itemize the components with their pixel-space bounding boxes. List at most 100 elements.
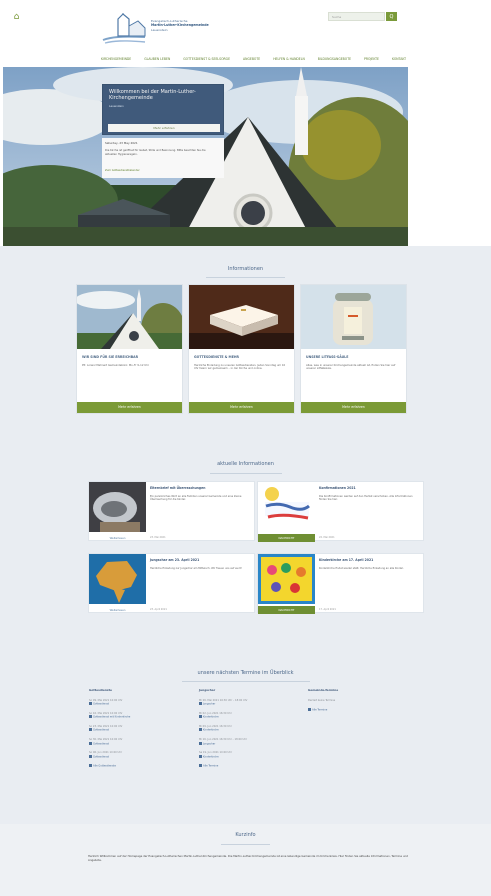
event-item: Derzeit keine Termine [308, 699, 336, 702]
news-thumbnail [258, 554, 315, 604]
welcome-box: Willkommen bei der Martin-Luther-Kirchen… [102, 84, 224, 135]
kurzinfo-text: Herzlich Willkommen auf der Homepage der… [88, 854, 408, 862]
card-title: WIR SIND FÜR SIE ERREICHBAR [82, 355, 139, 359]
news-title[interactable]: Kinderkirche am 17. April 2021 [319, 558, 422, 562]
event-item[interactable]: So 09. Mai 2021 10:00 Uhr Gottesdienst [89, 699, 199, 706]
termine-title: unsere nächsten Termine im Überblick [197, 670, 294, 676]
welcome-title: Willkommen bei der Martin-Luther-Kirchen… [109, 89, 196, 101]
news-title[interactable]: Konfirmationen 2021 [319, 486, 422, 490]
card-text: Herzliche Einladung zu unseren Gottesdie… [194, 364, 286, 371]
news-thumbnail [258, 482, 315, 532]
event-item[interactable]: Mi 02. Jun 2021 16:30 Uhr Kinderkirche [199, 712, 309, 719]
card-more-button[interactable]: Mehr erfahren [301, 402, 406, 413]
event-item[interactable]: So 16. Mai 2021 10:00 Uhr Gottesdienst mi… [89, 712, 199, 719]
nav-item-kirchengemeinde[interactable]: KIRCHENGEMEINDE [101, 57, 131, 64]
events-heading: Jungschar [199, 688, 216, 692]
news-text: Kinderkirche findet wieder statt. Herzli… [319, 567, 404, 570]
news-card: NACHRICHT Konfirmationen 2021 Die Konfir… [257, 481, 424, 542]
calendar-icon [199, 702, 202, 706]
events-heading: Gottesdienste [89, 688, 112, 692]
news-title[interactable]: Elternbrief mit Überraschungen [150, 486, 253, 490]
all-events-link[interactable]: Alle Termine [199, 764, 309, 768]
kurzinfo-title: Kurzinfo [235, 832, 256, 838]
arrow-icon [199, 764, 202, 768]
hero-info-date: Saturday, 23 May 2021 [105, 141, 138, 145]
nav-item-bildung[interactable]: BILDUNGSANGEBOTE [318, 57, 351, 64]
info-card: GOTTESDIENSTE & MEHR Herzliche Einladung… [188, 284, 295, 414]
news-caption[interactable]: Weiterlesen [89, 534, 146, 542]
main-navigation: KIRCHENGEMEINDE GLAUBEN LEBEN GOTTESDIEN… [101, 57, 406, 64]
card-more-button[interactable]: Mehr erfahren [189, 402, 294, 413]
card-text: Pfr. Lorenz Mehnert Gemeindebüro: Mo–Fr … [82, 364, 149, 367]
event-item[interactable]: Mi 09. Jun 2021 16:30 Uhr Kinderkirche [199, 725, 309, 732]
nav-item-projekte[interactable]: PROJEKTE [364, 57, 379, 64]
title-divider [182, 681, 310, 682]
calendar-icon [199, 741, 202, 745]
logo-line-3: Lauenstein [151, 28, 168, 32]
news-text: Die Konfirmationen werden auf den Herbst… [319, 495, 413, 502]
header: ⌂ Evangelisch-Lutherische Martin-Luther-… [0, 0, 491, 64]
church-logo-icon [102, 13, 146, 44]
all-events-link[interactable]: Alle Gottesdienste [89, 764, 199, 768]
event-item[interactable]: So 23. Mai 2021 10:00 Uhr Gottesdienst [89, 725, 199, 732]
event-item[interactable]: So 30. Mai 2021 10:00 Uhr Gottesdienst [89, 738, 199, 745]
title-divider [206, 277, 285, 278]
events-column: Gottesdienste So 09. Mai 2021 10:00 Uhr G… [89, 688, 199, 768]
calendar-icon [89, 728, 92, 732]
news-card: NACHRICHT Kinderkirche am 17. April 2021… [257, 553, 424, 614]
events-column: Gemeinde-Termine Derzeit keine Termine A… [308, 688, 418, 712]
nav-item-kontakt[interactable]: KONTAKT [392, 57, 406, 64]
calendar-icon [199, 715, 202, 719]
news-caption[interactable]: Weiterlesen [89, 606, 146, 614]
home-icon[interactable]: ⌂ [11, 11, 22, 22]
hero-info-text: Die Kirche ist geöffnet für Gebet, Still… [105, 149, 206, 156]
calendar-icon [199, 728, 202, 732]
nav-item-glauben-leben[interactable]: GLAUBEN LEBEN [144, 57, 170, 64]
aktuelle-title: aktuelle Informationen [217, 461, 274, 467]
news-date: 23. April 2021 [150, 608, 167, 611]
nav-item-helfen[interactable]: HELFEN & HANDELN [273, 57, 305, 64]
news-card: Weiterlesen Elternbrief mit Überraschung… [88, 481, 255, 541]
church-photo [77, 285, 182, 349]
nav-item-angebote[interactable]: ANGEBOTE [243, 57, 260, 64]
arrow-icon [308, 708, 311, 712]
logo-line-2: Martin-Luther-Kirchengemeinde [151, 23, 209, 27]
calendar-icon [199, 754, 202, 758]
litfass-column-image [301, 285, 406, 349]
search-input[interactable]: Suche [328, 12, 385, 21]
calendar-icon [89, 741, 92, 745]
nav-item-gottesdienst[interactable]: GOTTESDIENST & SEELSORGE [183, 57, 230, 64]
events-column: Jungschar Mi 26. Mai 2021 16:30 Uhr – 18… [199, 688, 309, 768]
event-item[interactable]: So 06. Jun 2021 10:00 Uhr Gottesdienst [89, 751, 199, 758]
news-date: 22. Mai 2021 [319, 536, 335, 539]
news-date: 17. April 2021 [319, 608, 336, 611]
card-more-button[interactable]: Mehr erfahren [77, 402, 182, 413]
event-item[interactable]: Mi 26. Mai 2021 16:30 Uhr – 18:00 Uhr Jun… [199, 699, 309, 706]
news-title[interactable]: Jungschar am 23. April 2021 [150, 558, 253, 562]
search-button[interactable]: Q [386, 12, 397, 21]
kurzinfo-section: Kurzinfo Herzlich Willkommen auf der Hom… [0, 824, 491, 896]
news-text: Ein persönliches Wort an alle Familien u… [150, 495, 242, 502]
calendar-icon [89, 754, 92, 758]
event-item[interactable]: Mi 16. Jun 2021 16:30 Uhr – 18:00 Uhr Jun… [199, 738, 309, 745]
all-events-link[interactable]: Alle Termine [308, 708, 418, 712]
event-item[interactable]: Sa 19. Jun 2021 10:00 Uhr Kinderkirche [199, 751, 309, 758]
welcome-more-button[interactable]: Mehr erfahren [108, 124, 220, 132]
site-logo[interactable]: Evangelisch-Lutherische Martin-Luther-Ki… [101, 13, 229, 49]
arrow-icon [89, 764, 92, 768]
title-divider [221, 844, 270, 845]
calendar-icon [89, 715, 92, 719]
news-text: Herzliche Einladung zur Jungschar am Mit… [150, 567, 243, 570]
calendar-icon [89, 702, 92, 706]
info-card: UNSERE LITFASS-SÄULE Alles, was in unser… [300, 284, 407, 414]
hero-info-box: Saturday, 23 May 2021 Die Kirche ist geö… [102, 138, 224, 178]
news-thumbnail [89, 482, 146, 532]
welcome-subtitle: Lauenstein [109, 104, 124, 108]
info-card: WIR SIND FÜR SIE ERREICHBAR Pfr. Lorenz … [76, 284, 183, 414]
news-thumbnail [89, 554, 146, 604]
informationen-title: Informationen [227, 266, 264, 272]
aktuelle-section: aktuelle Informationen [0, 431, 491, 657]
search-icon: Q [389, 13, 394, 20]
card-title: UNSERE LITFASS-SÄULE [306, 355, 349, 359]
hero-info-link[interactable]: Zum Gottesdienstkalender [105, 169, 140, 172]
